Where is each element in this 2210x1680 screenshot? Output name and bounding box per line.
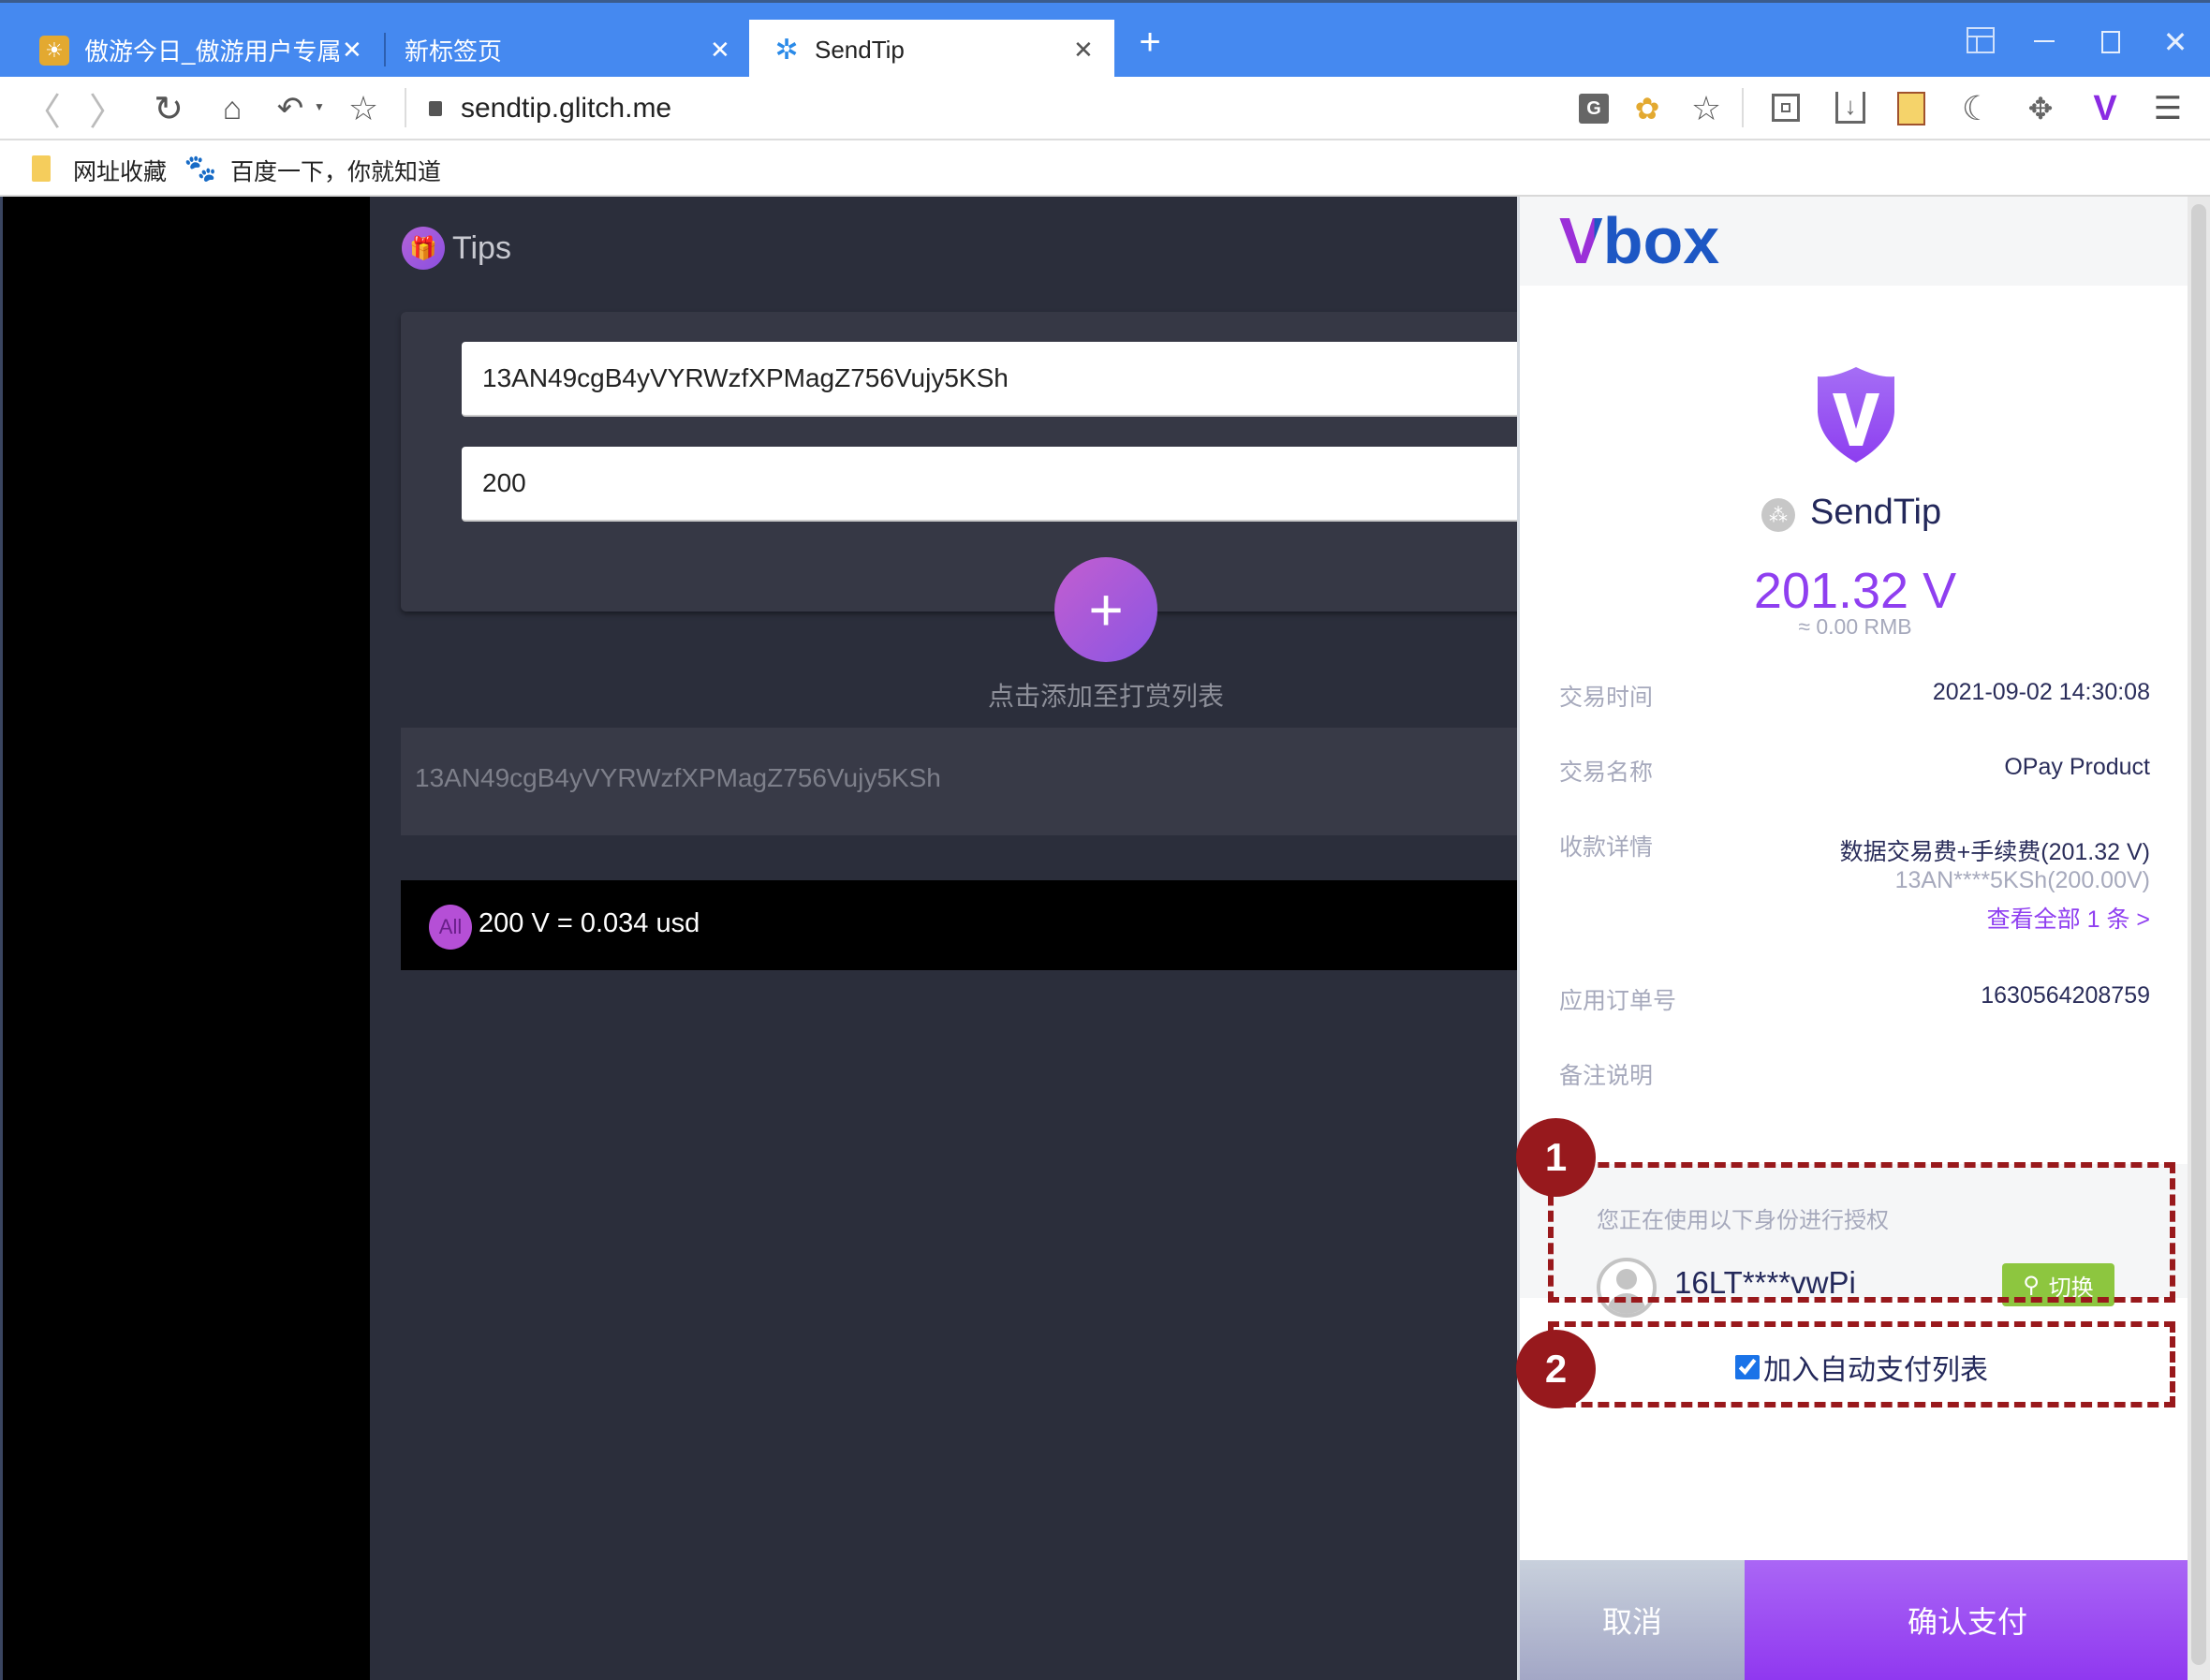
scrollbar[interactable] xyxy=(2188,197,2210,1680)
sendtip-favicon-icon: ✲ xyxy=(774,34,799,66)
back-icon[interactable]: 〈 xyxy=(23,90,61,133)
divider xyxy=(1742,88,1744,127)
vbox-logo: Vbox xyxy=(1559,200,1719,281)
undo-icon[interactable]: ↶ xyxy=(272,90,309,127)
translate-icon[interactable]: G xyxy=(1579,94,1609,124)
tab-new[interactable]: 新标签页 ✕ xyxy=(393,20,744,80)
sendtip-app-icon: ⁂ xyxy=(1761,498,1795,532)
value-time: 2021-09-02 14:30:08 xyxy=(1932,679,2150,705)
tip-address: 13AN49cgB4yVYRWzfXPMagZ756Vujy5KSh xyxy=(415,763,941,792)
gift-icon: 🎁 xyxy=(402,227,445,270)
bookmarks-bar: 网址收藏 🐾 百度一下，你就知道 xyxy=(0,140,2210,197)
all-badge: All xyxy=(429,905,472,950)
forward-icon[interactable]: 〉 xyxy=(89,90,126,133)
notes-icon[interactable] xyxy=(1897,92,1925,125)
value-recipient: 13AN****5KSh(200.00V) xyxy=(1894,867,2150,893)
tab-title: 新标签页 xyxy=(405,37,503,66)
page-title: Tips xyxy=(452,230,511,266)
close-window-icon[interactable]: ✕ xyxy=(2159,23,2191,61)
amount-rmb: ≈ 0.00 RMB xyxy=(1798,614,1912,639)
confirm-pay-button[interactable]: 确认支付 xyxy=(1745,1560,2188,1680)
payment-amount: 201.32 V xyxy=(1753,563,1957,619)
annotation-box-2 xyxy=(1548,1321,2175,1407)
layout-icon[interactable] xyxy=(1967,27,1995,53)
bookmark-favorites[interactable]: 网址收藏 xyxy=(73,154,167,187)
annotation-marker-2: 2 xyxy=(1516,1330,1596,1408)
label-name: 交易名称 xyxy=(1559,759,1654,786)
sun-icon: ☀ xyxy=(39,36,69,66)
lock-icon xyxy=(429,101,442,116)
reload-icon[interactable]: ↻ xyxy=(152,90,185,129)
menu-icon[interactable]: ☰ xyxy=(2152,90,2184,127)
crop-icon[interactable] xyxy=(1772,94,1800,122)
close-tab-icon[interactable]: ✕ xyxy=(710,36,730,65)
value-order: 1630564208759 xyxy=(1981,982,2150,1009)
divider xyxy=(405,88,406,127)
amount-input[interactable]: 200 xyxy=(462,447,1517,522)
add-to-list-button[interactable]: + xyxy=(1054,557,1157,662)
chevron-down-icon[interactable]: ▼ xyxy=(313,97,326,116)
total-text: 200 V = 0.034 usd xyxy=(479,908,700,938)
baidu-paw-icon: 🐾 xyxy=(184,153,217,183)
bee-icon[interactable]: ✿ xyxy=(1629,92,1665,125)
tip-list-item[interactable]: 13AN49cgB4yVYRWzfXPMagZ756Vujy5KSh xyxy=(401,728,1517,835)
close-tab-icon[interactable]: ✕ xyxy=(342,36,362,65)
vbox-payment-panel: Vbox ⁂ SendTip 201.32 V ≈ 0.00 RMB 交易时间 … xyxy=(1517,197,2188,1680)
new-tab-icon[interactable]: + xyxy=(1131,22,1169,63)
night-mode-icon[interactable]: ☾ xyxy=(1959,89,1995,127)
vbox-shield-icon xyxy=(1818,367,1894,463)
bookmark-star-icon[interactable]: ☆ xyxy=(345,89,382,127)
label-order: 应用订单号 xyxy=(1559,988,1677,1014)
close-tab-icon[interactable]: ✕ xyxy=(1073,36,1094,65)
extensions-icon[interactable]: ✥ xyxy=(2023,90,2058,127)
app-name: SendTip xyxy=(1810,493,1942,532)
download-icon[interactable]: ↓ xyxy=(1835,92,1865,124)
page-left-margin xyxy=(0,197,370,1680)
value-name: OPay Product xyxy=(2004,754,2150,780)
navigation-toolbar: 〈 〉 ↻ ⌂ ↶ ▼ ☆ sendtip.glitch.me G ✿ ☆ ↓ … xyxy=(0,77,2210,140)
bookmark-baidu[interactable]: 百度一下，你就知道 xyxy=(230,154,441,187)
tab-title: SendTip xyxy=(815,35,905,64)
value-details: 数据交易费+手续费(201.32 V) xyxy=(1839,839,2150,865)
plus-icon: + xyxy=(1088,576,1124,643)
add-hint-text: 点击添加至打赏列表 xyxy=(987,682,1224,711)
favorites-star-icon[interactable]: ☆ xyxy=(1687,89,1725,127)
address-input[interactable]: 13AN49cgB4yVYRWzfXPMagZ756Vujy5KSh xyxy=(462,342,1517,417)
cancel-button[interactable]: 取消 xyxy=(1520,1560,1745,1680)
label-time: 交易时间 xyxy=(1559,685,1654,711)
maximize-icon[interactable] xyxy=(2101,31,2120,53)
label-details: 收款详情 xyxy=(1559,834,1654,861)
total-bar: All 200 V = 0.034 usd xyxy=(401,880,1517,970)
url-field[interactable]: sendtip.glitch.me xyxy=(461,90,671,127)
view-all-link[interactable]: 查看全部 1 条 > xyxy=(1987,901,2150,935)
annotation-marker-1: 1 xyxy=(1516,1118,1596,1197)
vbox-header: Vbox xyxy=(1520,197,2188,286)
tab-sendtip[interactable]: ✲ SendTip ✕ xyxy=(749,20,1114,80)
annotation-box-1 xyxy=(1548,1162,2175,1303)
home-icon[interactable]: ⌂ xyxy=(215,90,249,127)
tab-aoyou[interactable]: ☀ 傲游今日_傲游用户专属 ✕ xyxy=(28,20,375,80)
folder-icon xyxy=(32,155,51,182)
tab-bar: ☀ 傲游今日_傲游用户专属 ✕ 新标签页 ✕ ✲ SendTip ✕ + ✕ xyxy=(0,0,2210,80)
tab-divider xyxy=(384,33,386,66)
sendtip-page: 🎁 Tips 13AN49cgB4yVYRWzfXPMagZ756Vujy5KS… xyxy=(370,197,1517,1680)
tab-title: 傲游今日_傲游用户专属 xyxy=(84,37,342,66)
minimize-icon[interactable] xyxy=(2034,40,2055,42)
label-note: 备注说明 xyxy=(1559,1063,1654,1089)
tip-form-card: 13AN49cgB4yVYRWzfXPMagZ756Vujy5KSh 200 xyxy=(401,312,1517,612)
vbox-extension-icon[interactable]: V xyxy=(2088,89,2122,128)
